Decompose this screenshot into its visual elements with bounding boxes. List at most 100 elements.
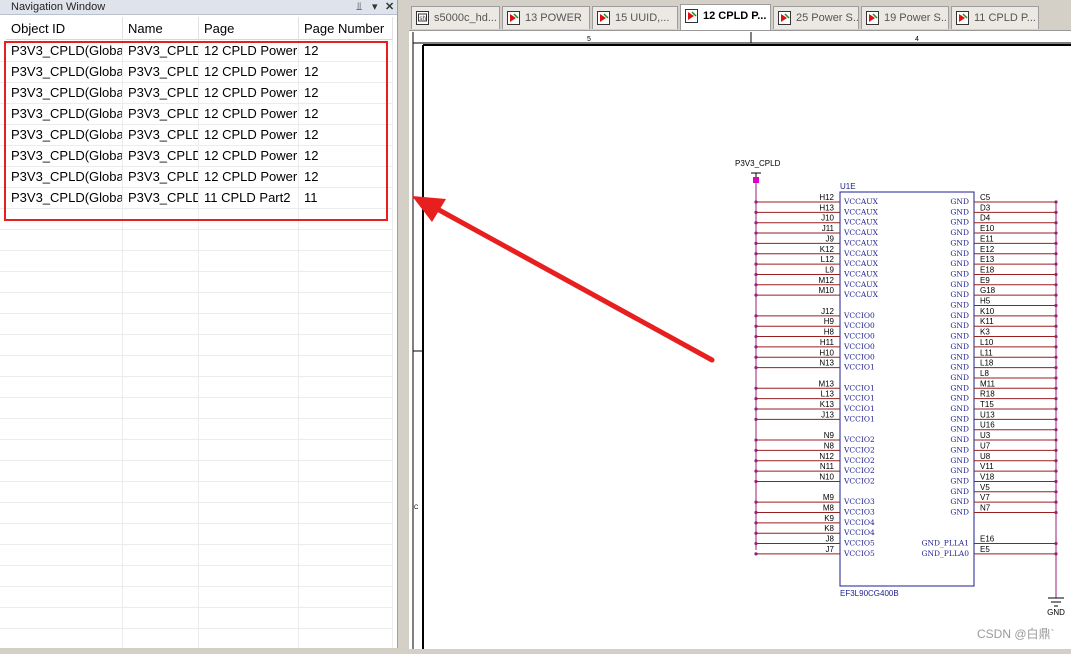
net-label: P3V3_CPLD — [735, 159, 781, 168]
empty-row — [0, 334, 393, 356]
cell-page-number — [299, 418, 393, 439]
table-row[interactable]: P3V3_CPLD(Global) P3V3_CPLD 11 CPLD Part2 1… — [0, 187, 393, 209]
junction-dot — [754, 293, 758, 297]
pin-name: VCCAUX — [843, 269, 879, 278]
table-row[interactable]: P3V3_CPLD(Global) P3V3_CPLD 12 CPLD Power 1… — [0, 82, 393, 104]
pin-number: H8 — [824, 328, 835, 337]
pin-name: VCCIO3 — [843, 497, 875, 506]
cell-object-id: P3V3_CPLD(Global) — [6, 124, 123, 145]
cell-page-number — [299, 397, 393, 418]
cell-page: 12 CPLD Power — [199, 40, 299, 61]
pin-name: GND — [950, 435, 969, 444]
pin-number: E5 — [980, 545, 990, 554]
table-row[interactable]: P3V3_CPLD(Global) P3V3_CPLD 12 CPLD Power 1… — [0, 40, 393, 62]
pin-icon[interactable]: ⫫ — [356, 0, 362, 14]
pin-number: N13 — [819, 359, 834, 368]
pin-number: K3 — [980, 328, 990, 337]
schematic-drawing: 5 4 C U1E EF3L90CG400B P3V3_CPLD H12 VCCAUX H13 V… — [412, 32, 1071, 649]
cell-name: P3V3_CPLD — [123, 82, 199, 103]
pin-name: VCCAUX — [843, 228, 879, 237]
junction-dot — [754, 397, 758, 401]
ruler-mark: 4 — [915, 36, 919, 43]
cell-page — [199, 355, 299, 376]
pin-name: VCCAUX — [843, 259, 879, 268]
part-name: EF3L90CG400B — [840, 589, 899, 598]
pin-name: VCCAUX — [843, 218, 879, 227]
pin-number: L18 — [980, 359, 994, 368]
pin-number: V11 — [980, 462, 994, 471]
pin-number: U7 — [980, 441, 991, 450]
pin-name: VCCIO3 — [843, 508, 875, 517]
table-row[interactable]: P3V3_CPLD(Global) P3V3_CPLD 12 CPLD Power 1… — [0, 145, 393, 167]
table-row[interactable]: P3V3_CPLD(Global) P3V3_CPLD 12 CPLD Power 1… — [0, 124, 393, 146]
empty-row — [0, 628, 393, 648]
pin-number: J10 — [821, 214, 834, 223]
empty-row — [0, 607, 393, 629]
schematic-page-icon — [866, 11, 879, 25]
pin-number: H5 — [980, 297, 991, 306]
tab-3[interactable]: 15 UUID,... — [592, 6, 678, 29]
pin-name: VCCAUX — [843, 238, 879, 247]
pin-name: VCCIO1 — [843, 404, 875, 413]
schematic-canvas[interactable]: 5 4 C U1E EF3L90CG400B P3V3_CPLD H12 VCCAUX H13 V… — [409, 30, 1071, 649]
pin-name: GND — [950, 425, 969, 434]
cell-page-number — [299, 376, 393, 397]
cell-page: 11 CPLD Part2 — [199, 187, 299, 208]
cell-object-id — [6, 397, 123, 418]
pin-number: E10 — [980, 224, 995, 233]
column-header-name[interactable]: Name — [123, 17, 199, 40]
tab-5[interactable]: 25 Power S... — [773, 6, 859, 29]
cell-page — [199, 376, 299, 397]
column-header-object-id[interactable]: Object ID — [6, 17, 123, 40]
junction-dot — [754, 334, 758, 339]
cell-page — [199, 229, 299, 250]
cell-name — [123, 397, 199, 418]
cell-page-number — [299, 313, 393, 334]
cell-object-id — [6, 628, 123, 648]
pin-number: U8 — [980, 452, 991, 461]
schematic-page-icon — [956, 11, 969, 25]
pin-name: GND — [950, 228, 969, 237]
junction-dot — [754, 386, 758, 390]
cell-page-number: 12 — [299, 61, 393, 82]
empty-row — [0, 481, 393, 503]
empty-row — [0, 229, 393, 251]
tab-6[interactable]: 19 Power S... — [861, 6, 949, 29]
cell-object-id — [6, 313, 123, 334]
column-header-page[interactable]: Page — [199, 17, 299, 40]
pin-name: VCCIO0 — [843, 321, 875, 330]
pin-number: E12 — [980, 245, 995, 254]
tab-4[interactable]: 12 CPLD P... — [680, 4, 771, 30]
junction-dot — [754, 531, 758, 535]
cell-page-number — [299, 481, 393, 502]
tab-1[interactable]: sh s5000c_hd... — [411, 6, 500, 29]
table-row[interactable]: P3V3_CPLD(Global) P3V3_CPLD 12 CPLD Power 1… — [0, 61, 393, 83]
column-header-page-number[interactable]: Page Number — [299, 17, 393, 40]
cell-page-number — [299, 628, 393, 648]
cell-page — [199, 250, 299, 271]
tab-7[interactable]: 11 CPLD P... — [951, 6, 1039, 29]
pin-number: E11 — [980, 234, 994, 243]
cell-name — [123, 418, 199, 439]
cell-page-number: 12 — [299, 103, 393, 124]
cell-page-number — [299, 208, 393, 229]
cell-page: 12 CPLD Power — [199, 124, 299, 145]
pin-number: L8 — [980, 369, 989, 378]
table-row[interactable]: P3V3_CPLD(Global) P3V3_CPLD 12 CPLD Power 1… — [0, 103, 393, 125]
pin-number: E16 — [980, 535, 995, 544]
dropdown-icon[interactable]: ▾ — [372, 0, 378, 14]
cell-object-id: P3V3_CPLD(Global) — [6, 82, 123, 103]
junction-dot — [754, 355, 758, 359]
pin-name: GND — [950, 290, 969, 299]
pin-name: GND — [950, 238, 969, 247]
pin-number: L11 — [980, 348, 993, 357]
close-icon[interactable]: ✕ — [385, 0, 394, 14]
navigation-window-titlebar: Navigation Window ⫫ ▾ ✕ — [0, 0, 397, 15]
cell-name — [123, 208, 199, 229]
junction-dot — [754, 283, 758, 287]
table-row[interactable]: P3V3_CPLD(Global) P3V3_CPLD 12 CPLD Power 1… — [0, 166, 393, 188]
navigation-window: Navigation Window ⫫ ▾ ✕ Object ID Name P… — [0, 0, 397, 648]
cell-object-id — [6, 355, 123, 376]
tab-2[interactable]: 13 POWER — [502, 6, 590, 29]
cell-name — [123, 607, 199, 628]
